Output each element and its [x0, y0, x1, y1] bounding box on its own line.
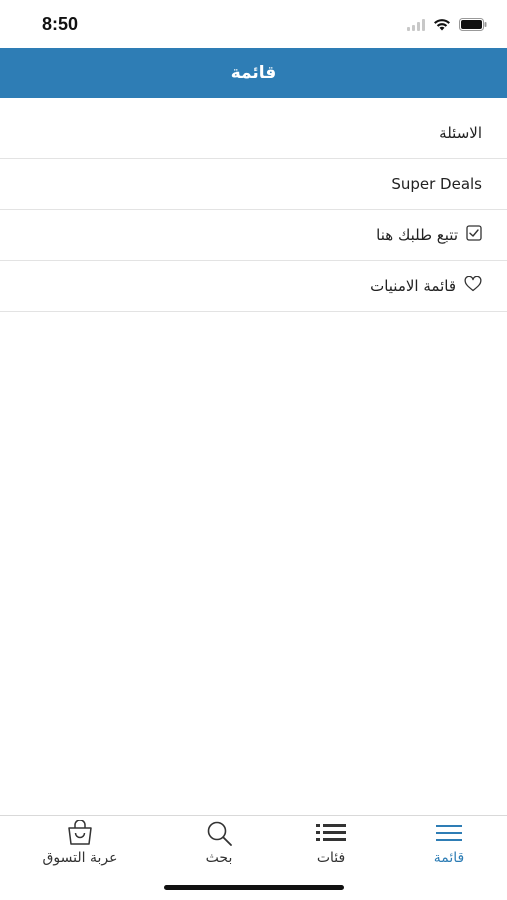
menu-item-label: تتبع طلبك هنا	[376, 226, 458, 244]
search-icon	[204, 820, 234, 846]
status-time: 8:50	[42, 14, 79, 34]
list-icon	[315, 820, 347, 846]
menu-item-track-order[interactable]: تتبع طلبك هنا	[0, 210, 507, 261]
menu-icon	[435, 820, 463, 846]
menu-item-label: قائمة الامنيات	[370, 277, 456, 295]
menu-item-faq[interactable]: الاسئلة	[0, 108, 507, 159]
tab-label: عربة التسوق	[42, 850, 118, 866]
menu-item-wishlist[interactable]: قائمة الامنيات	[0, 261, 507, 312]
tab-label: بحث	[205, 850, 233, 866]
status-icons	[407, 16, 487, 35]
tab-label: قائمة	[433, 850, 465, 866]
battery-icon	[459, 16, 487, 35]
wifi-icon	[433, 16, 451, 35]
tab-categories[interactable]: فئات	[276, 816, 386, 876]
shopping-bag-icon	[65, 820, 95, 846]
signal-icon	[407, 16, 425, 35]
menu-item-label: Super Deals	[391, 175, 482, 193]
checkbox-icon	[466, 225, 482, 245]
header-bar: قائمة	[0, 48, 507, 98]
tab-menu[interactable]: قائمة	[394, 816, 504, 876]
tab-cart[interactable]: عربة التسوق	[25, 816, 135, 876]
status-bar: 8:50	[0, 0, 507, 48]
menu-list: الاسئلة Super Deals تتبع طلبك هنا قائمة …	[0, 108, 507, 312]
tab-label: فئات	[316, 850, 346, 866]
menu-item-super-deals[interactable]: Super Deals	[0, 159, 507, 210]
tab-search[interactable]: بحث	[164, 816, 274, 876]
home-indicator	[164, 885, 344, 890]
heart-icon	[464, 275, 482, 296]
page-title: قائمة	[230, 63, 277, 83]
menu-item-label: الاسئلة	[439, 124, 482, 142]
